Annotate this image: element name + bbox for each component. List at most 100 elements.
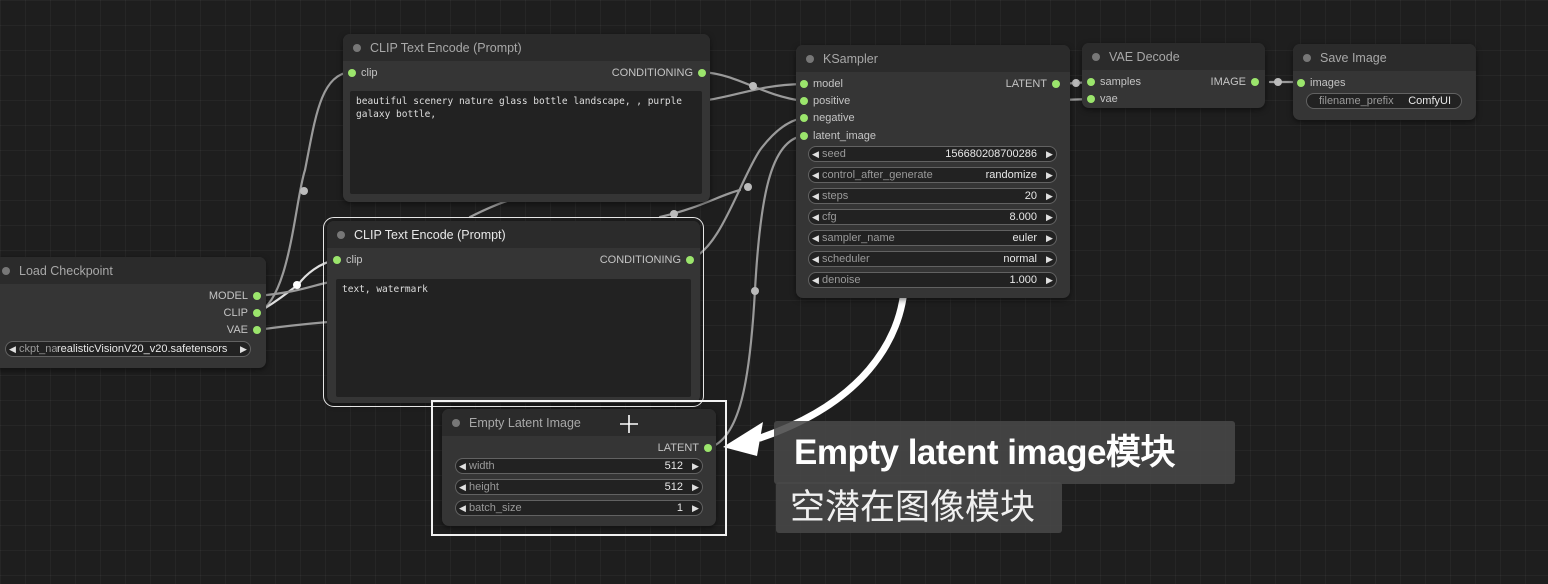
arrow-left-icon[interactable]: ◀ <box>809 212 822 223</box>
arrow-left-icon[interactable]: ◀ <box>809 191 822 202</box>
collapse-dot-icon[interactable] <box>2 266 10 275</box>
reroute-dot[interactable] <box>1072 79 1080 87</box>
ksampler-node[interactable]: KSampler model positive negative latent_… <box>796 45 1070 298</box>
slot-dot-icon[interactable] <box>253 292 261 300</box>
collapse-dot-icon[interactable] <box>1303 53 1311 62</box>
collapse-dot-icon[interactable] <box>1092 52 1100 61</box>
reroute-dot[interactable] <box>293 281 301 289</box>
collapse-dot-icon[interactable] <box>337 230 345 239</box>
slot-dot-icon[interactable] <box>698 69 706 77</box>
reroute-dot[interactable] <box>749 82 757 90</box>
reroute-dot[interactable] <box>744 183 752 191</box>
arrow-right-icon[interactable]: ▶ <box>1043 275 1056 286</box>
clip-text-encode-positive-node[interactable]: CLIP Text Encode (Prompt) clip CONDITION… <box>343 34 710 202</box>
scheduler-widget[interactable]: ◀ scheduler normal ▶ <box>808 251 1057 267</box>
slot-dot-icon[interactable] <box>800 132 808 140</box>
arrow-right-icon[interactable]: ▶ <box>1043 254 1056 265</box>
filename-prefix-widget[interactable]: filename_prefix ComfyUI <box>1306 93 1462 109</box>
caption-chinese: 空潜在图像模块 <box>776 482 1062 533</box>
control-after-generate-widget[interactable]: ◀ control_after_generate randomize ▶ <box>808 167 1057 183</box>
widget-label: filename_prefix <box>1319 95 1394 107</box>
sampler-name-widget[interactable]: ◀ sampler_name euler ▶ <box>808 230 1057 246</box>
node-title-bar[interactable]: Save Image <box>1293 44 1476 71</box>
slot-dot-icon[interactable] <box>1297 79 1305 87</box>
clip-text-encode-negative-node[interactable]: CLIP Text Encode (Prompt) clip CONDITION… <box>323 217 704 407</box>
arrow-right-icon[interactable]: ▶ <box>1043 233 1056 244</box>
slot-label: positive <box>813 95 851 107</box>
clip-input-slot[interactable]: clip <box>348 66 378 80</box>
model-input-slot[interactable]: model <box>800 77 843 91</box>
arrow-right-icon[interactable]: ▶ <box>1043 149 1056 160</box>
arrow-right-icon[interactable]: ▶ <box>1043 212 1056 223</box>
image-output-slot[interactable]: IMAGE <box>1211 75 1259 89</box>
reroute-dot[interactable] <box>300 187 308 195</box>
arrow-left-icon[interactable]: ◀ <box>6 344 19 355</box>
arrow-left-icon[interactable]: ◀ <box>809 149 822 160</box>
load-checkpoint-node[interactable]: Load Checkpoint MODEL CLIP VAE ◀ ckpt_na… <box>0 257 266 368</box>
slot-label: VAE <box>226 324 248 336</box>
save-image-node[interactable]: Save Image images filename_prefix ComfyU… <box>1293 44 1476 120</box>
annotation-arrow-head <box>723 422 763 456</box>
seed-widget[interactable]: ◀ seed 156680208700286 ▶ <box>808 146 1057 162</box>
conditioning-output-slot[interactable]: CONDITIONING <box>612 66 706 80</box>
images-input-slot[interactable]: images <box>1297 76 1345 90</box>
node-title: Load Checkpoint <box>19 263 113 278</box>
negative-input-slot[interactable]: negative <box>800 111 855 125</box>
arrow-left-icon[interactable]: ◀ <box>809 170 822 181</box>
node-title-bar[interactable]: CLIP Text Encode (Prompt) <box>343 34 710 61</box>
reroute-dot[interactable] <box>751 287 759 295</box>
clip-output-slot[interactable]: CLIP <box>224 306 261 320</box>
slot-dot-icon[interactable] <box>800 80 808 88</box>
arrow-right-icon[interactable]: ▶ <box>237 344 250 355</box>
clip-input-slot[interactable]: clip <box>333 253 363 267</box>
slot-dot-icon[interactable] <box>800 114 808 122</box>
slot-dot-icon[interactable] <box>1052 80 1060 88</box>
slot-dot-icon[interactable] <box>1087 78 1095 86</box>
collapse-dot-icon[interactable] <box>353 43 361 52</box>
slot-dot-icon[interactable] <box>1251 78 1259 86</box>
arrow-right-icon[interactable]: ▶ <box>1043 191 1056 202</box>
latent-image-input-slot[interactable]: latent_image <box>800 129 876 143</box>
slot-dot-icon[interactable] <box>253 326 261 334</box>
ckpt-name-combo[interactable]: ◀ ckpt_name realisticVisionV20_v20.safet… <box>5 341 251 357</box>
vae-input-slot[interactable]: vae <box>1087 92 1118 106</box>
slot-dot-icon[interactable] <box>1087 95 1095 103</box>
slot-dot-icon[interactable] <box>253 309 261 317</box>
arrow-left-icon[interactable]: ◀ <box>809 233 822 244</box>
slot-dot-icon[interactable] <box>333 256 341 264</box>
prompt-textarea[interactable]: text, watermark <box>336 279 691 397</box>
node-title-bar[interactable]: KSampler <box>796 45 1070 72</box>
model-output-slot[interactable]: MODEL <box>209 289 261 303</box>
node-title-bar[interactable]: VAE Decode <box>1082 43 1265 70</box>
arrow-left-icon[interactable]: ◀ <box>809 254 822 265</box>
vae-decode-node[interactable]: VAE Decode samples vae IMAGE <box>1082 43 1265 108</box>
slot-label: images <box>1310 77 1346 89</box>
positive-input-slot[interactable]: positive <box>800 94 850 108</box>
vae-output-slot[interactable]: VAE <box>227 323 261 337</box>
conditioning-output-slot[interactable]: CONDITIONING <box>600 253 694 267</box>
slot-dot-icon[interactable] <box>800 97 808 105</box>
arrow-left-icon[interactable]: ◀ <box>809 275 822 286</box>
widget-label: denoise <box>822 274 861 286</box>
widget-value: 156680208700286 <box>945 148 1037 160</box>
reroute-dot[interactable] <box>1274 78 1282 86</box>
prompt-textarea[interactable]: beautiful scenery nature glass bottle la… <box>350 91 702 194</box>
arrow-right-icon[interactable]: ▶ <box>1043 170 1056 181</box>
slot-label: vae <box>1100 93 1118 105</box>
annotation-highlight-box <box>431 400 727 536</box>
latent-output-slot[interactable]: LATENT <box>1006 77 1060 91</box>
slot-dot-icon[interactable] <box>686 256 694 264</box>
widget-value: 20 <box>1024 190 1037 202</box>
node-title-bar[interactable]: Load Checkpoint <box>0 257 266 284</box>
steps-widget[interactable]: ◀ steps 20 ▶ <box>808 188 1057 204</box>
denoise-widget[interactable]: ◀ denoise 1.000 ▶ <box>808 272 1057 288</box>
collapse-dot-icon[interactable] <box>806 54 814 63</box>
cfg-widget[interactable]: ◀ cfg 8.000 ▶ <box>808 209 1057 225</box>
samples-input-slot[interactable]: samples <box>1087 75 1141 89</box>
node-title-bar[interactable]: CLIP Text Encode (Prompt) <box>327 221 700 248</box>
node-title: VAE Decode <box>1109 49 1180 64</box>
node-title: CLIP Text Encode (Prompt) <box>370 40 522 55</box>
widget-label: ckpt_name <box>19 343 57 355</box>
slot-dot-icon[interactable] <box>348 69 356 77</box>
reroute-dot[interactable] <box>670 210 678 218</box>
